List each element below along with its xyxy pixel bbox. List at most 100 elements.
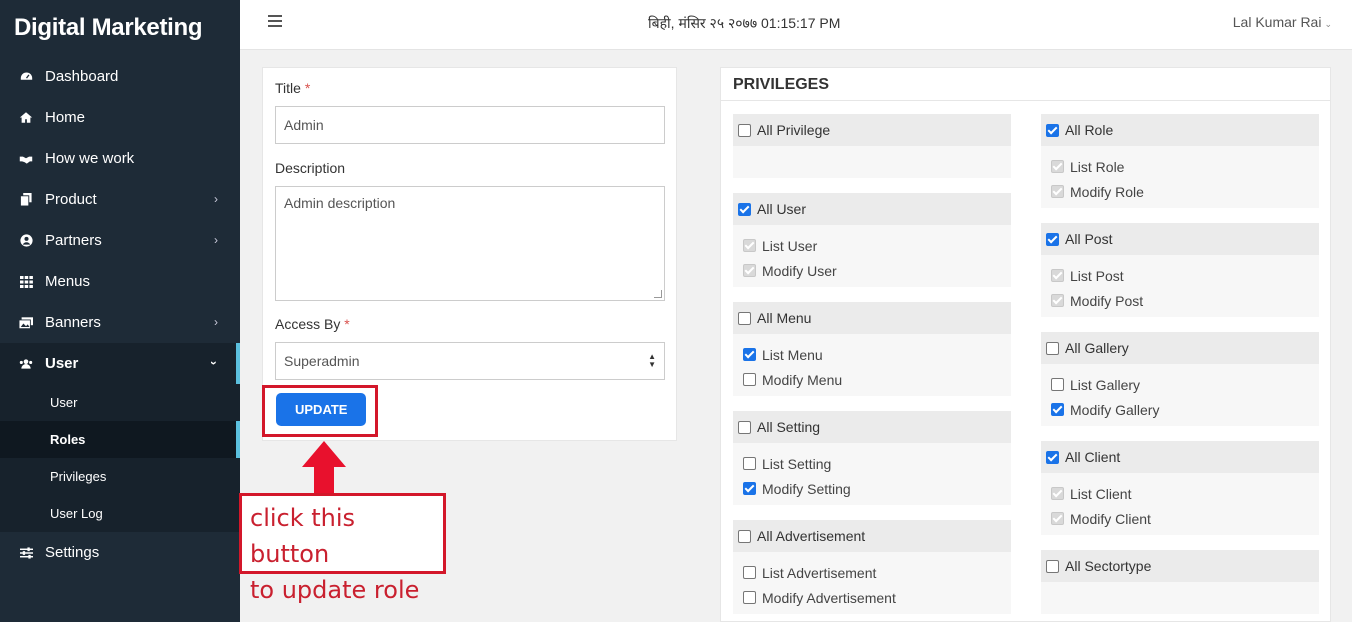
chevron-right-icon: › bbox=[214, 192, 218, 206]
all-client-checkbox[interactable] bbox=[1046, 450, 1059, 464]
sidebar-item-label: Banners bbox=[45, 314, 101, 331]
all-setting-checkbox[interactable] bbox=[738, 420, 751, 434]
submenu-item-user-log[interactable]: User Log bbox=[0, 495, 240, 532]
privilege-item-label: Modify Advertisement bbox=[762, 589, 896, 606]
modify-setting-checkbox[interactable] bbox=[743, 482, 756, 495]
all-menu-checkbox[interactable] bbox=[738, 311, 751, 325]
privilege-group-body bbox=[733, 146, 1011, 178]
user-menu[interactable]: Lal Kumar Rai ⌄ bbox=[1233, 14, 1332, 30]
privilege-item: List Post bbox=[1051, 263, 1309, 288]
privilege-group-header[interactable]: All Post bbox=[1041, 223, 1319, 255]
privilege-group-body: List Role Modify Role bbox=[1041, 146, 1319, 208]
privilege-item: Modify User bbox=[743, 258, 1001, 283]
privilege-group-header[interactable]: All User bbox=[733, 193, 1011, 225]
privilege-group-header[interactable]: All Gallery bbox=[1041, 332, 1319, 364]
submenu-item-user[interactable]: User bbox=[0, 384, 240, 421]
privilege-group-header[interactable]: All Advertisement bbox=[733, 520, 1011, 552]
all-advertisement-checkbox[interactable] bbox=[738, 529, 751, 543]
sidebar-item-banners[interactable]: Banners › bbox=[0, 302, 240, 343]
sidebar-item-how-we-work[interactable]: How we work bbox=[0, 138, 240, 179]
grid-icon bbox=[19, 275, 33, 289]
description-textarea[interactable]: Admin description bbox=[275, 186, 665, 301]
privilege-item[interactable]: Modify Advertisement bbox=[743, 585, 1001, 610]
sidebar-item-settings[interactable]: Settings bbox=[0, 532, 240, 573]
privilege-item[interactable]: List Advertisement bbox=[743, 560, 1001, 585]
modify-gallery-checkbox[interactable] bbox=[1051, 403, 1064, 416]
chevron-right-icon: › bbox=[214, 233, 218, 247]
privilege-group-header[interactable]: All Privilege bbox=[733, 114, 1011, 146]
privilege-item: List Client bbox=[1051, 481, 1309, 506]
sidebar-item-label: User bbox=[45, 355, 79, 372]
all-gallery-checkbox[interactable] bbox=[1046, 341, 1059, 355]
sidebar-item-dashboard[interactable]: Dashboard bbox=[0, 56, 240, 97]
privilege-group-header[interactable]: All Role bbox=[1041, 114, 1319, 146]
product-icon bbox=[19, 193, 33, 207]
privilege-group-all-gallery: All Gallery List Gallery Modify Gallery bbox=[1041, 332, 1319, 426]
all-privilege-checkbox[interactable] bbox=[738, 123, 751, 137]
title-input[interactable]: Admin bbox=[275, 106, 665, 144]
select-arrows-icon: ▲ ▼ bbox=[648, 352, 656, 369]
annotation-line-1: click this button bbox=[250, 504, 356, 568]
privilege-group-all-user: All User List User Modify User bbox=[733, 193, 1011, 287]
privilege-group-header[interactable]: All Setting bbox=[733, 411, 1011, 443]
description-text: Admin description bbox=[284, 195, 396, 211]
privilege-group-label: All Setting bbox=[757, 419, 821, 435]
privilege-item-label: List Advertisement bbox=[762, 564, 877, 581]
handshake-icon bbox=[19, 152, 33, 166]
privilege-item[interactable]: Modify Setting bbox=[743, 476, 1001, 501]
nepali-datetime: बिही, मंसिर २५ २०७७ 01:15:17 PM bbox=[648, 15, 841, 31]
access-by-value: Superadmin bbox=[284, 353, 360, 369]
access-by-select[interactable]: Superadmin ▲ ▼ bbox=[275, 342, 665, 380]
privilege-group-header[interactable]: All Client bbox=[1041, 441, 1319, 473]
sidebar-item-home[interactable]: Home bbox=[0, 97, 240, 138]
list-menu-checkbox[interactable] bbox=[743, 348, 756, 361]
sidebar-item-user[interactable]: User › bbox=[0, 343, 240, 384]
sidebar-item-product[interactable]: Product › bbox=[0, 179, 240, 220]
resize-grip-icon[interactable] bbox=[654, 290, 662, 298]
title-label: Title * bbox=[275, 80, 311, 96]
privilege-item[interactable]: Modify Menu bbox=[743, 367, 1001, 392]
all-user-checkbox[interactable] bbox=[738, 202, 751, 216]
privilege-group-label: All Post bbox=[1065, 231, 1113, 247]
privilege-group-label: All Privilege bbox=[757, 122, 831, 138]
privilege-group-all-setting: All Setting List Setting Modify Setting bbox=[733, 411, 1011, 505]
privilege-group-header[interactable]: All Menu bbox=[733, 302, 1011, 334]
all-role-checkbox[interactable] bbox=[1046, 123, 1059, 137]
privilege-item[interactable]: List Menu bbox=[743, 342, 1001, 367]
list-client-checkbox bbox=[1051, 487, 1064, 500]
sidebar-item-partners[interactable]: Partners › bbox=[0, 220, 240, 261]
sidebar-item-label: Settings bbox=[45, 544, 100, 561]
list-setting-checkbox[interactable] bbox=[743, 457, 756, 470]
list-advertisement-checkbox[interactable] bbox=[743, 566, 756, 579]
privilege-item-label: Modify Menu bbox=[762, 371, 843, 388]
submenu-item-privileges[interactable]: Privileges bbox=[0, 458, 240, 495]
privilege-group-label: All Gallery bbox=[1065, 340, 1129, 356]
all-sectortype-checkbox[interactable] bbox=[1046, 559, 1059, 573]
list-gallery-checkbox[interactable] bbox=[1051, 378, 1064, 391]
privileges-title: PRIVILEGES bbox=[721, 68, 1330, 101]
privilege-item-label: Modify Gallery bbox=[1070, 401, 1160, 418]
sidebar: Digital Marketing Dashboard Home How we … bbox=[0, 0, 240, 622]
all-post-checkbox[interactable] bbox=[1046, 232, 1059, 246]
list-post-checkbox bbox=[1051, 269, 1064, 282]
submenu-item-roles[interactable]: Roles bbox=[0, 421, 240, 458]
privilege-group-body: List Client Modify Client bbox=[1041, 473, 1319, 535]
brand-title[interactable]: Digital Marketing bbox=[0, 0, 240, 56]
user-submenu: User Roles Privileges User Log bbox=[0, 384, 240, 532]
privilege-group-body: List Setting Modify Setting bbox=[733, 443, 1011, 505]
sidebar-item-label: Partners bbox=[45, 232, 102, 249]
modify-advertisement-checkbox[interactable] bbox=[743, 591, 756, 604]
privilege-group-body: List Menu Modify Menu bbox=[733, 334, 1011, 396]
privilege-group-header[interactable]: All Sectortype bbox=[1041, 550, 1319, 582]
privilege-item[interactable]: Modify Gallery bbox=[1051, 397, 1309, 422]
privilege-item-label: Modify Client bbox=[1070, 510, 1151, 527]
annotation-arrow-icon bbox=[302, 441, 346, 497]
home-icon bbox=[19, 111, 33, 125]
sidebar-item-menus[interactable]: Menus bbox=[0, 261, 240, 302]
modify-menu-checkbox[interactable] bbox=[743, 373, 756, 386]
privilege-item[interactable]: List Gallery bbox=[1051, 372, 1309, 397]
privilege-item[interactable]: List Setting bbox=[743, 451, 1001, 476]
annotation-line-2: to update role bbox=[250, 576, 420, 604]
hamburger-menu-icon[interactable] bbox=[268, 15, 282, 30]
privilege-group-body bbox=[1041, 582, 1319, 614]
